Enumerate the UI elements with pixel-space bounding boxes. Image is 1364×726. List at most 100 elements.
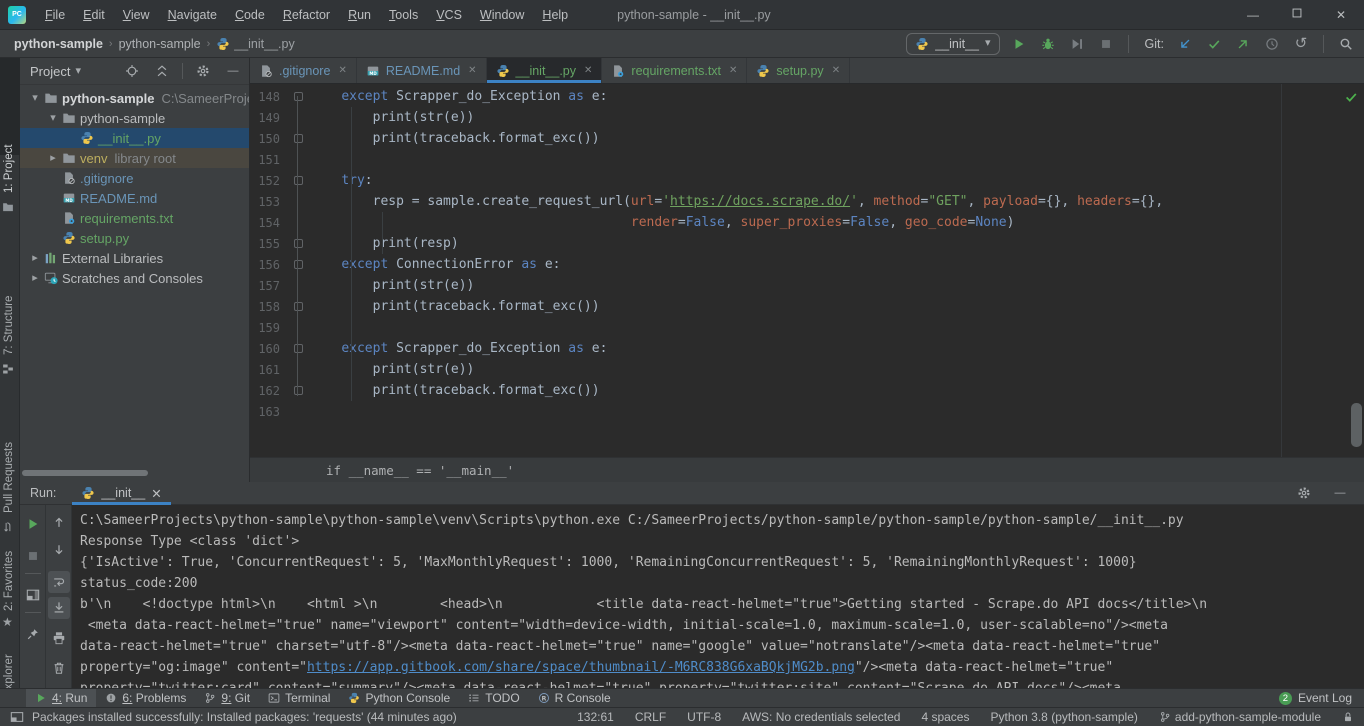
rerun-button[interactable] [22, 513, 44, 535]
fold-marker-icon[interactable] [294, 239, 303, 248]
breadcrumb-item[interactable]: python-sample [14, 37, 103, 51]
minimize-button[interactable]: — [1246, 8, 1260, 22]
project-horizontal-scrollbar[interactable] [22, 470, 148, 476]
aws-credentials[interactable]: AWS: No credentials selected [742, 710, 900, 724]
breadcrumb-item[interactable]: python-sample [119, 37, 201, 51]
tool-window-button-4-run[interactable]: 4: Run [26, 689, 96, 708]
pin-tab-button[interactable] [22, 623, 44, 645]
code-editor[interactable]: 148 except Scrapper_do_Exception as e:14… [250, 84, 1364, 457]
menu-tools[interactable]: Tools [380, 0, 427, 30]
tab-readme-md[interactable]: MDREADME.md✕ [357, 58, 487, 83]
run-configuration-selector[interactable]: __init__▾ [906, 33, 999, 55]
tab--gitignore[interactable]: .gitignore✕ [250, 58, 357, 83]
tree-item-requirements-txt[interactable]: requirements.txt [20, 208, 249, 228]
event-log-button[interactable]: 2 Event Log [1279, 691, 1364, 705]
maximize-button[interactable] [1290, 6, 1304, 23]
tab-close-icon[interactable]: ✕ [729, 65, 737, 76]
next-occurrence-button[interactable] [48, 539, 70, 561]
caret-position[interactable]: 132:61 [577, 710, 614, 724]
menu-code[interactable]: Code [226, 0, 274, 30]
tab-close-icon[interactable]: ✕ [584, 65, 592, 76]
tree-chevron-icon[interactable]: ▸ [46, 153, 60, 164]
debug-button[interactable] [1038, 33, 1058, 55]
stripe-2-favorites[interactable]: 2: Favorites [3, 551, 15, 611]
stripe-1-project[interactable]: 1: Project [3, 144, 15, 193]
stop-button[interactable] [1096, 33, 1116, 55]
prev-occurrence-button[interactable] [48, 511, 70, 533]
menu-vcs[interactable]: VCS [427, 0, 471, 30]
tree-chevron-icon[interactable]: ▸ [28, 273, 42, 284]
git-update-button[interactable] [1175, 33, 1195, 55]
python-interpreter[interactable]: Python 3.8 (python-sample) [990, 710, 1137, 724]
git-branch-widget[interactable]: add-python-sample-module [1159, 710, 1321, 724]
scroll-to-end-button[interactable] [48, 597, 70, 619]
menu-file[interactable]: File [36, 0, 74, 30]
tree-item-readme-md[interactable]: MDREADME.md [20, 188, 249, 208]
stripe-pull-requests[interactable]: Pull Requests [3, 442, 15, 513]
menu-window[interactable]: Window [471, 0, 533, 30]
fold-marker-icon[interactable] [294, 92, 303, 101]
tab-close-icon[interactable]: ✕ [832, 65, 840, 76]
indent-style[interactable]: 4 spaces [921, 710, 969, 724]
search-everywhere-button[interactable] [1336, 33, 1356, 55]
fold-marker-icon[interactable] [294, 302, 303, 311]
tool-window-button-python-console[interactable]: Python Console [339, 689, 459, 708]
rollback-button[interactable]: ↺ [1291, 33, 1311, 55]
hide-panel-button[interactable]: — [223, 60, 243, 82]
tool-window-button-terminal[interactable]: Terminal [259, 689, 339, 708]
inspections-ok-check-icon[interactable] [1344, 90, 1358, 104]
tree-chevron-icon[interactable]: ▾ [46, 113, 60, 124]
tree-item-external-libraries[interactable]: ▸External Libraries [20, 248, 249, 268]
tree-item--init-py[interactable]: __init__.py [20, 128, 249, 148]
collapse-all-button[interactable] [152, 60, 172, 82]
project-settings-button[interactable] [193, 60, 213, 82]
restore-layout-button[interactable] [22, 584, 44, 606]
stop-process-button[interactable] [22, 545, 44, 567]
run-settings-button[interactable] [1294, 482, 1314, 504]
git-push-button[interactable] [1233, 33, 1253, 55]
stripe-7-structure[interactable]: 7: Structure [3, 296, 15, 355]
line-separator[interactable]: CRLF [635, 710, 666, 724]
menu-run[interactable]: Run [339, 0, 380, 30]
tool-window-button-6-problems[interactable]: 6: Problems [96, 689, 195, 708]
menu-edit[interactable]: Edit [74, 0, 114, 30]
run-tab[interactable]: __init__✕ [72, 482, 170, 505]
lock-icon[interactable] [1342, 711, 1354, 723]
fold-marker-icon[interactable] [294, 134, 303, 143]
tab-close-icon[interactable]: ✕ [338, 65, 346, 76]
fold-marker-icon[interactable] [294, 344, 303, 353]
git-commit-button[interactable] [1204, 33, 1224, 55]
tree-item-scratches-and-consoles[interactable]: ▸Scratches and Consoles [20, 268, 249, 288]
fold-marker-icon[interactable] [294, 260, 303, 269]
run-with-coverage-button[interactable] [1067, 33, 1087, 55]
editor-area[interactable]: .gitignore✕MDREADME.md✕__init__.py✕requi… [250, 58, 1364, 482]
editor-scrollbar[interactable] [1351, 403, 1362, 447]
clear-console-button[interactable] [48, 657, 70, 679]
tab--init-py[interactable]: __init__.py✕ [487, 58, 603, 83]
run-tab-close-icon[interactable]: ✕ [151, 486, 161, 501]
fold-marker-icon[interactable] [294, 386, 303, 395]
tool-window-button-todo[interactable]: TODO [459, 689, 528, 708]
file-encoding[interactable]: UTF-8 [687, 710, 721, 724]
run-console-output[interactable]: C:\SameerProjects\python-sample\python-s… [72, 505, 1364, 688]
run-button[interactable] [1009, 33, 1029, 55]
tab-requirements-txt[interactable]: requirements.txt✕ [602, 58, 747, 83]
tool-window-button-9-git[interactable]: 9: Git [195, 689, 259, 708]
tool-window-button-r-console[interactable]: RR Console [529, 689, 620, 708]
fold-marker-icon[interactable] [294, 176, 303, 185]
tree-chevron-icon[interactable]: ▸ [28, 253, 42, 264]
menu-navigate[interactable]: Navigate [159, 0, 226, 30]
project-view-selector[interactable]: Project▾ [30, 64, 81, 79]
tree-item-setup-py[interactable]: setup.py [20, 228, 249, 248]
locate-file-button[interactable] [122, 60, 142, 82]
history-button[interactable] [1262, 33, 1282, 55]
console-hyperlink[interactable]: https://app.gitbook.com/share/space/thum… [307, 660, 855, 675]
breadcrumb-item[interactable]: __init__.py [216, 37, 294, 51]
tree-item-python-sample[interactable]: ▾python-sampleC:\SameerProjects [20, 88, 249, 108]
menu-help[interactable]: Help [533, 0, 577, 30]
hide-run-panel-button[interactable]: — [1330, 482, 1350, 504]
menu-refactor[interactable]: Refactor [274, 0, 339, 30]
print-console-button[interactable] [48, 627, 70, 649]
close-window-button[interactable]: ✕ [1334, 8, 1348, 22]
soft-wrap-button[interactable] [48, 571, 70, 593]
